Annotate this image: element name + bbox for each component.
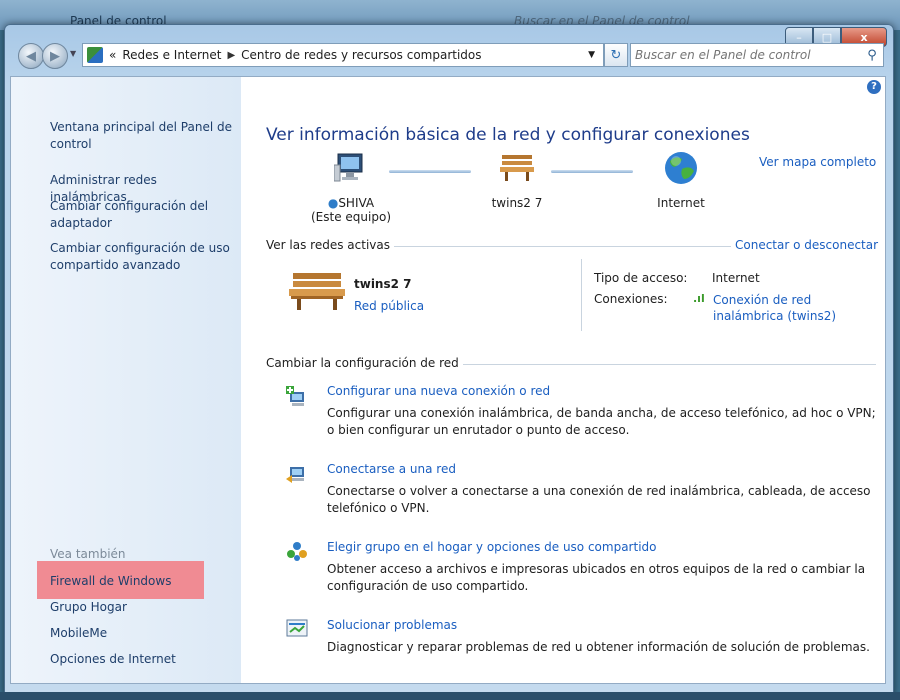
task-connect-link[interactable]: Conectarse a una red [327,462,456,476]
task-troubleshoot-desc: Diagnosticar y reparar problemas de red … [327,640,870,654]
search-icon[interactable]: ⚲ [861,48,883,63]
breadcrumb-centro-redes[interactable]: Centro de redes y recursos compartidos [241,48,481,62]
breadcrumb-separator-icon[interactable]: ▶ [227,50,235,61]
task-new-connection-desc: Configurar una conexión inalámbrica, de … [327,406,876,437]
back-button[interactable]: ◀ [18,43,44,69]
view-full-map-link[interactable]: Ver mapa completo [759,155,876,169]
task-homegroup-link[interactable]: Elegir grupo en el hogar y opciones de u… [327,540,657,554]
sidebar-link-adapter[interactable]: Cambiar configuración del adaptador [50,198,235,232]
wireless-connection-link[interactable]: Conexión de red inalámbrica (twins2) [713,292,863,324]
homegroup-sharing-icon [287,542,307,561]
network-node-name: twins2 7 [491,196,543,210]
node-network[interactable]: twins2 7 [477,151,557,210]
connection-line-2 [551,170,633,173]
help-icon[interactable]: ? [867,80,881,94]
sidebar-link-firewall[interactable]: Firewall de Windows [50,573,235,590]
breadcrumb-chevron[interactable]: « [109,48,116,62]
connect-network-icon [286,467,304,483]
access-type-value: Internet [712,271,760,285]
active-networks-title: Ver las redes activas [266,238,394,252]
refresh-button[interactable]: ↻ [604,43,628,67]
sidebar-link-panel-home[interactable]: Ventana principal del Panel de control [50,119,235,153]
computer-sub: (Este equipo) [311,210,391,224]
search-box[interactable]: ⚲ [630,43,884,67]
recent-pages-dropdown-icon[interactable]: ▼ [70,49,76,58]
task-new-connection-link[interactable]: Configurar una nueva conexión o red [327,384,550,398]
task-troubleshoot-link[interactable]: Solucionar problemas [327,618,457,632]
internet-node-label: Internet [657,196,705,210]
computer-icon [333,153,363,182]
wifi-signal-icon: .ıl [693,292,705,305]
task-homegroup-desc: Obtener acceso a archivos e impresoras u… [327,562,866,593]
network-center-icon [87,47,103,63]
main-panel: ? Ver información básica de la red y con… [241,77,885,683]
task-connect-desc: Conectarse o volver a conectarse a una c… [327,484,871,515]
sidebar-link-advanced-sharing[interactable]: Cambiar configuración de uso compartido … [50,240,235,274]
change-settings-title: Cambiar la configuración de red [266,356,463,370]
breadcrumb-redes-internet[interactable]: Redes e Internet [122,48,221,62]
globe-icon [665,152,697,184]
new-connection-icon [286,386,304,406]
navigation-bar: ◀ ▶ ▼ « Redes e Internet ▶ Centro de red… [10,40,884,70]
connection-line-1 [389,170,471,173]
address-bar[interactable]: « Redes e Internet ▶ Centro de redes y r… [82,43,604,67]
bench-network-icon [289,273,345,310]
forward-button[interactable]: ▶ [42,43,68,69]
content-area: Ventana principal del Panel de control A… [10,76,886,684]
node-computer[interactable]: ●SHIVA (Este equipo) [301,151,401,224]
active-network-name: twins2 7 [354,277,412,291]
sidebar-link-internet-options[interactable]: Opciones de Internet [50,651,235,668]
page-title: Ver información básica de la red y confi… [266,125,750,145]
connections-label: Conexiones: [594,292,668,306]
connect-disconnect-link[interactable]: Conectar o desconectar [731,238,879,252]
address-dropdown-icon[interactable]: ▼ [588,50,595,60]
access-type-label: Tipo de acceso: [594,271,688,285]
computer-name: SHIVA [338,196,375,210]
node-internet[interactable]: Internet [641,151,721,210]
troubleshoot-icon [286,619,308,637]
bench-icon [500,155,534,181]
search-input[interactable] [631,47,861,63]
sidebar: Ventana principal del Panel de control A… [11,77,241,683]
sidebar-link-homegroup[interactable]: Grupo Hogar [50,599,235,616]
see-also-title: Vea también [50,547,126,561]
sidebar-link-mobileme[interactable]: MobileMe [50,625,235,642]
vertical-divider [581,259,582,331]
homegroup-icon: ● [327,196,339,210]
network-type-link[interactable]: Red pública [354,299,424,313]
taskbar-strip [0,692,900,700]
